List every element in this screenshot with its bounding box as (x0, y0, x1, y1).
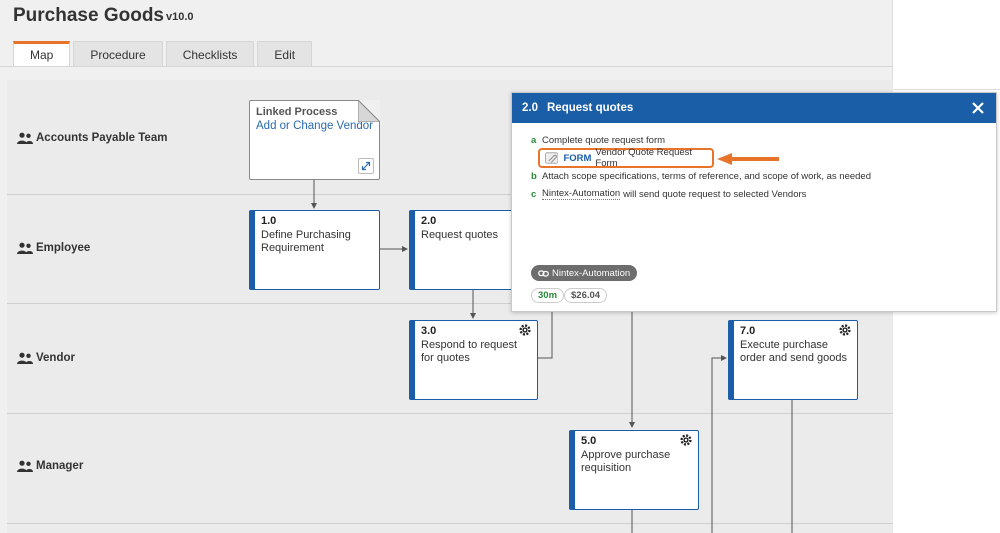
duration-badge: 30m (531, 288, 565, 303)
link-icon (538, 269, 549, 277)
activity-detail-panel: 2.0 Request quotes a Complete quote requ… (511, 92, 997, 312)
panel-title: Request quotes (547, 102, 634, 114)
app-root: Purchase Goods v10.0 Map Procedure Check… (0, 0, 1000, 533)
expand-icon[interactable] (358, 158, 374, 174)
linked-process-link[interactable]: Add or Change Vendor (256, 120, 373, 133)
procedure-step-c: c Nintex-Automation will send quote requ… (531, 188, 806, 200)
right-blank-area (893, 0, 1000, 90)
linked-process-title: Linked Process (256, 106, 338, 118)
form-type-label: FORM (563, 152, 592, 164)
step-text: Complete quote request form (542, 135, 666, 146)
step-letter: c (531, 188, 537, 200)
page-fold-icon (358, 100, 380, 122)
process-node-5-0[interactable]: 5.0 Approve purchase requisition (569, 430, 699, 510)
system-badge-label: Nintex-Automation (552, 267, 631, 279)
gear-icon (519, 324, 531, 336)
node-text: Execute purchase order and send goods (740, 339, 848, 364)
system-link[interactable]: Nintex-Automation (542, 188, 621, 200)
tab-checklists[interactable]: Checklists (165, 41, 255, 67)
panel-header: 2.0 Request quotes (512, 93, 996, 123)
step-text: Attach scope specifications, terms of re… (542, 171, 871, 182)
step-letter: b (531, 171, 537, 182)
step-text: will send quote request to selected Vend… (623, 188, 807, 200)
step-letter: a (531, 135, 537, 146)
tab-bar: Map Procedure Checklists Edit (13, 41, 315, 67)
node-text: Define Purchasing Requirement (261, 229, 351, 254)
node-number: 1.0 (261, 215, 277, 227)
tab-map[interactable]: Map (13, 41, 71, 67)
form-name: Vendor Quote Request Form (595, 147, 693, 169)
gear-icon (839, 324, 851, 336)
attached-form[interactable]: FORM Vendor Quote Request Form (538, 147, 714, 169)
process-node-7-0[interactable]: 7.0 Execute purchase order and send good… (728, 320, 858, 400)
system-badge[interactable]: Nintex-Automation (531, 265, 638, 281)
process-node-1-0[interactable]: 1.0 Define Purchasing Requirement (249, 210, 380, 290)
node-number: 7.0 (740, 325, 756, 337)
panel-activity-number: 2.0 (522, 102, 538, 114)
cost-badge: $26.04 (564, 288, 608, 303)
tab-edit[interactable]: Edit (257, 41, 313, 67)
tab-procedure[interactable]: Procedure (73, 41, 163, 67)
gear-icon (680, 434, 692, 446)
process-node-3-0[interactable]: 3.0 Respond to request for quotes (409, 320, 538, 400)
paperclip-icon (545, 152, 559, 164)
highlight-arrow-icon (717, 153, 779, 165)
node-number: 3.0 (421, 325, 437, 337)
procedure-step-b: b Attach scope specifications, terms of … (531, 171, 871, 182)
close-icon[interactable] (970, 100, 986, 116)
linked-process-card[interactable]: Linked Process Add or Change Vendor (249, 100, 380, 180)
node-text: Approve purchase requisition (581, 449, 671, 474)
node-text: Respond to request for quotes (421, 339, 518, 364)
page-title: Purchase Goods (13, 5, 164, 26)
tab-divider (0, 66, 893, 67)
version-label: v10.0 (166, 11, 194, 23)
node-number: 5.0 (581, 435, 597, 447)
procedure-step-a: a Complete quote request form (531, 135, 665, 146)
